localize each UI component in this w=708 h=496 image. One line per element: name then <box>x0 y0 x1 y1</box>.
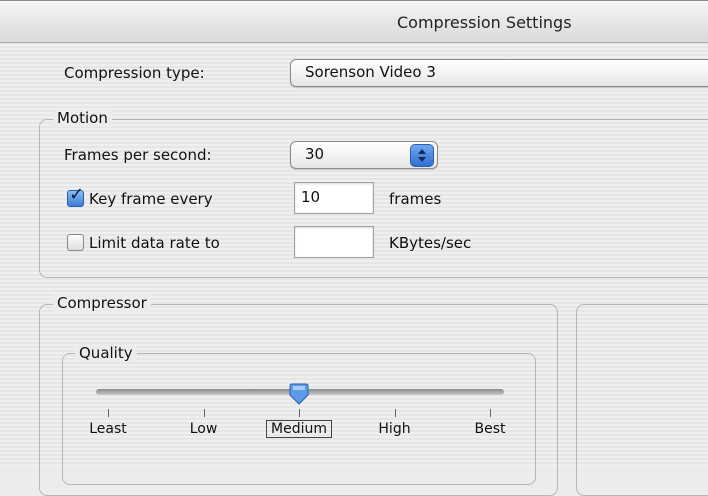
compression-type-label: Compression type: <box>64 64 205 82</box>
quality-group-label: Quality <box>75 344 137 362</box>
fps-popup[interactable]: 30 <box>290 141 438 169</box>
quality-tick <box>203 409 205 417</box>
quality-level-label: High <box>378 421 411 437</box>
quality-tick <box>394 409 396 417</box>
checkmark-icon: ✓ <box>69 184 85 205</box>
limit-data-rate-unit: KBytes/sec <box>389 234 472 252</box>
quality-level-label: Medium <box>266 420 332 438</box>
limit-data-rate-checkbox[interactable] <box>67 234 84 251</box>
keyframe-unit: frames <box>389 190 442 208</box>
quality-tick <box>108 409 109 417</box>
quality-level-label: Best <box>474 421 506 437</box>
compressor-group-label: Compressor <box>53 294 151 312</box>
limit-data-rate-label[interactable]: Limit data rate to <box>89 234 220 252</box>
compression-type-popup[interactable]: Sorenson Video 3 <box>290 59 708 87</box>
quality-level-label: Least <box>89 421 127 437</box>
keyframe-value: 10 <box>301 188 321 206</box>
quality-slider-thumb[interactable] <box>289 383 309 405</box>
keyframe-checkbox[interactable]: ✓ <box>67 185 84 207</box>
quality-level-label: Low <box>189 421 218 437</box>
stepper-arrows-icon[interactable] <box>410 144 434 167</box>
quality-group <box>62 353 536 485</box>
quality-tick <box>490 409 491 417</box>
fps-label: Frames per second: <box>64 146 212 164</box>
chevron-up-icon <box>418 149 426 154</box>
preview-panel <box>576 304 708 496</box>
motion-group-label: Motion <box>53 109 112 127</box>
limit-data-rate-field[interactable] <box>294 226 374 258</box>
window-title: Compression Settings <box>397 13 572 32</box>
title-bar-border <box>0 0 708 1</box>
fps-value: 30 <box>305 145 325 163</box>
quality-tick <box>299 409 300 417</box>
keyframe-label[interactable]: Key frame every <box>89 190 213 208</box>
title-bar[interactable]: Compression Settings <box>0 0 708 43</box>
chevron-down-icon <box>418 157 426 162</box>
compression-type-value: Sorenson Video 3 <box>305 63 436 81</box>
keyframe-field[interactable]: 10 <box>294 182 374 214</box>
